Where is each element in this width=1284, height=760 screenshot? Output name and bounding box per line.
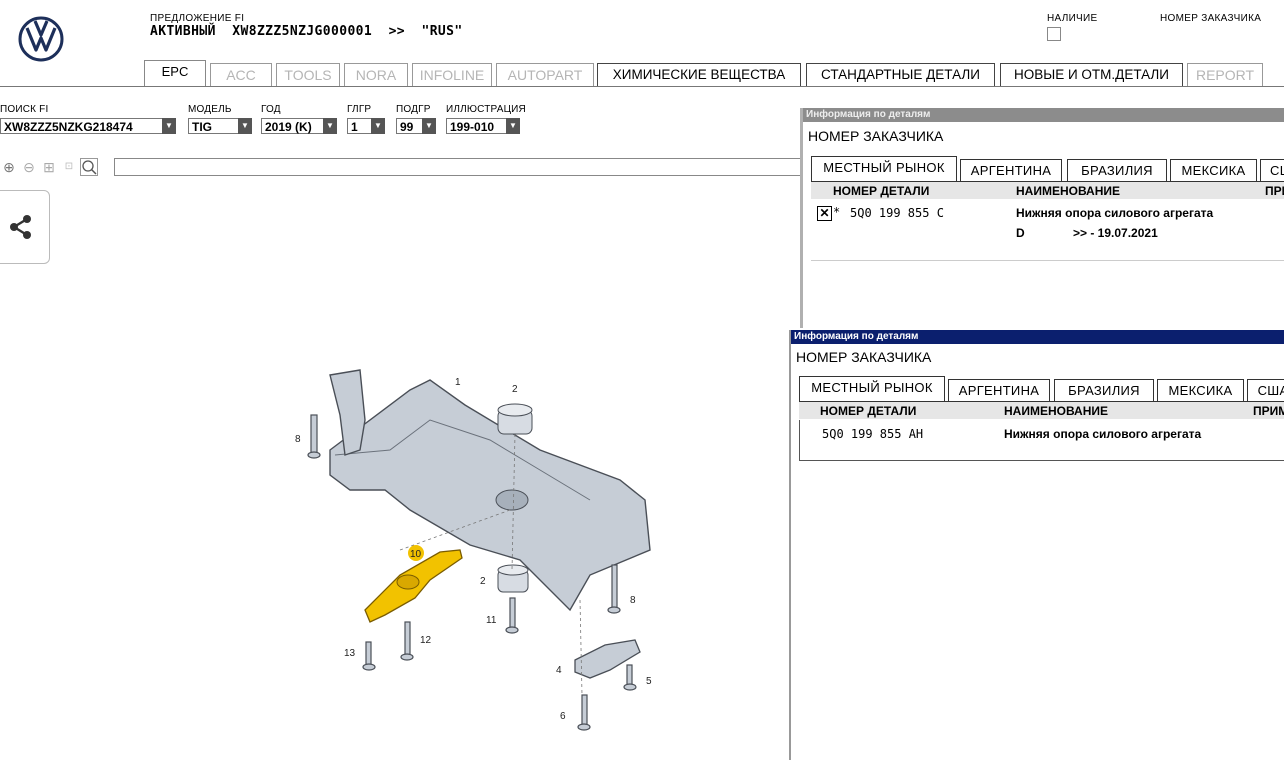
sub-group-label: ПОДГР bbox=[396, 104, 431, 115]
magnifier-icon[interactable] bbox=[80, 158, 98, 176]
part-info-panel-1: Информация по деталям НОМЕР ЗАКАЗЧИКА МЕ… bbox=[800, 108, 1284, 328]
model-select[interactable]: TIG ▼ bbox=[188, 118, 252, 134]
subframe bbox=[329, 379, 651, 612]
panel-1-tab-brazil[interactable]: БРАЗИЛИЯ bbox=[1067, 159, 1167, 182]
search-label: ПОИСК FI bbox=[0, 104, 49, 115]
panel-1-detail-date: >> - 19.07.2021 bbox=[1073, 226, 1158, 240]
search-value: XW8ZZZ5NZKG218474 bbox=[4, 120, 133, 134]
tab-chemicals[interactable]: ХИМИЧЕСКИЕ ВЕЩЕСТВА bbox=[597, 63, 801, 86]
tab-epc[interactable]: EPC bbox=[144, 60, 206, 87]
callout-6: 6 bbox=[560, 711, 566, 722]
callout-13: 13 bbox=[344, 648, 356, 659]
panel-2-part-number[interactable]: 5Q0 199 855 AH bbox=[822, 427, 923, 441]
bushing-top bbox=[497, 403, 533, 435]
callout-4: 4 bbox=[556, 665, 562, 676]
tab-nora[interactable]: NORA bbox=[344, 63, 408, 86]
customer-number-label: НОМЕР ЗАКАЗЧИКА bbox=[1160, 13, 1262, 24]
panel-2-tab-brazil[interactable]: БРАЗИЛИЯ bbox=[1054, 379, 1154, 402]
callout-12: 12 bbox=[420, 635, 432, 646]
panel-1-detail-code: D bbox=[1016, 226, 1025, 240]
sub-group-select[interactable]: 99 ▼ bbox=[396, 118, 436, 134]
chevron-down-icon[interactable]: ▼ bbox=[371, 118, 385, 134]
main-group-select[interactable]: 1 ▼ bbox=[347, 118, 385, 134]
panel-2-col-name: НАИМЕНОВАНИЕ bbox=[1004, 404, 1108, 418]
share-icon bbox=[10, 215, 31, 239]
panel-1-col-part-number: НОМЕР ДЕТАЛИ bbox=[833, 184, 930, 198]
tab-divider bbox=[0, 86, 1284, 87]
panel-2-col-note: ПРИМ bbox=[1253, 404, 1284, 418]
main-group-label: ГЛГР bbox=[347, 104, 372, 115]
tab-acc[interactable]: ACC bbox=[210, 63, 272, 86]
illustration-select[interactable]: 199-010 ▼ bbox=[446, 118, 520, 134]
callout-2b: 2 bbox=[480, 576, 486, 587]
tab-tools[interactable]: TOOLS bbox=[276, 63, 340, 86]
callout-1: 1 bbox=[455, 377, 461, 388]
panel-2-part-name: Нижняя опора силового агрегата bbox=[1004, 427, 1202, 441]
panel-1-part-number[interactable]: 5Q0 199 855 C bbox=[850, 206, 944, 220]
panel-1-part-name: Нижняя опора силового агрегата bbox=[1016, 206, 1214, 220]
chevron-down-icon[interactable]: ▼ bbox=[422, 118, 436, 134]
active-vin-line: АКТИВНЫЙ XW8ZZZ5NZJG000001 >> "RUS" bbox=[150, 24, 463, 39]
vw-logo bbox=[18, 16, 64, 62]
offer-label: ПРЕДЛОЖЕНИЕ FI bbox=[150, 13, 245, 24]
part-info-panel-2: Информация по деталям НОМЕР ЗАКАЗЧИКА МЕ… bbox=[789, 330, 1284, 760]
panel-1-tab-local-market[interactable]: МЕСТНЫЙ РЫНОК bbox=[811, 156, 957, 182]
panel-2-col-part-number: НОМЕР ДЕТАЛИ bbox=[820, 404, 917, 418]
tab-autopart[interactable]: AUTOPART bbox=[496, 63, 594, 86]
tab-new-old-parts[interactable]: НОВЫЕ И ОТМ.ДЕТАЛИ bbox=[1000, 63, 1183, 86]
panel-1-col-note: ПРИ bbox=[1265, 184, 1284, 198]
panel-1-tab-mexico[interactable]: МЕКСИКА bbox=[1170, 159, 1257, 182]
illustration-value: 199-010 bbox=[450, 120, 495, 134]
callout-8: 8 bbox=[295, 434, 301, 445]
model-value: TIG bbox=[192, 120, 212, 134]
bushing-bottom bbox=[497, 564, 529, 593]
illustration-label: ИЛЛЮСТРАЦИЯ bbox=[446, 104, 526, 115]
tab-infoline[interactable]: INFOLINE bbox=[412, 63, 492, 86]
panel-1-tab-usa[interactable]: СШ bbox=[1260, 159, 1284, 182]
parts-diagram: 1 2 8 10 2 11 12 13 8 4 5 6 bbox=[295, 369, 652, 731]
callout-11: 11 bbox=[486, 615, 497, 626]
chevron-down-icon[interactable]: ▼ bbox=[162, 118, 176, 134]
main-group-value: 1 bbox=[351, 120, 358, 134]
availability-label: НАЛИЧИЕ bbox=[1047, 13, 1098, 24]
year-label: ГОД bbox=[261, 104, 281, 115]
tab-report[interactable]: REPORT bbox=[1187, 63, 1263, 86]
panel-1-tab-argentina[interactable]: АРГЕНТИНА bbox=[960, 159, 1062, 182]
panel-1-title: Информация по деталям bbox=[803, 108, 1284, 122]
callout-5: 5 bbox=[646, 676, 652, 687]
bracket bbox=[329, 369, 366, 456]
chevron-down-icon[interactable]: ▼ bbox=[238, 118, 252, 134]
model-label: МОДЕЛЬ bbox=[188, 104, 232, 115]
panel-1-row-checkbox[interactable]: ✕ bbox=[817, 206, 832, 221]
zoom-in-icon[interactable]: ⊕ bbox=[0, 158, 18, 176]
zoom-fit-icon[interactable]: ⊞ bbox=[40, 158, 58, 176]
share-button[interactable] bbox=[0, 190, 50, 264]
zoom-full-icon[interactable]: ⊡ bbox=[60, 158, 78, 176]
tab-standard-parts[interactable]: СТАНДАРТНЫЕ ДЕТАЛИ bbox=[806, 63, 995, 86]
callout-2: 2 bbox=[512, 384, 518, 395]
year-value: 2019 (K) bbox=[265, 120, 312, 134]
panel-2-tab-argentina[interactable]: АРГЕНТИНА bbox=[948, 379, 1050, 402]
availability-checkbox[interactable] bbox=[1047, 27, 1061, 41]
chevron-down-icon[interactable]: ▼ bbox=[506, 118, 520, 134]
panel-1-row-flag: * bbox=[833, 205, 841, 219]
panel-2-tab-usa[interactable]: США bbox=[1247, 379, 1284, 402]
callout-8b: 8 bbox=[630, 595, 636, 606]
sub-group-value: 99 bbox=[400, 120, 414, 134]
panel-2-title: Информация по деталям bbox=[791, 330, 1284, 344]
search-select[interactable]: XW8ZZZ5NZKG218474 ▼ bbox=[0, 118, 176, 134]
year-select[interactable]: 2019 (K) ▼ bbox=[261, 118, 337, 134]
panel-2-customer-number: НОМЕР ЗАКАЗЧИКА bbox=[796, 349, 932, 365]
zoom-out-icon[interactable]: ⊖ bbox=[20, 158, 38, 176]
panel-1-col-name: НАИМЕНОВАНИЕ bbox=[1016, 184, 1120, 198]
chevron-down-icon[interactable]: ▼ bbox=[323, 118, 337, 134]
panel-1-customer-number: НОМЕР ЗАКАЗЧИКА bbox=[808, 128, 944, 144]
panel-2-tab-local-market[interactable]: МЕСТНЫЙ РЫНОК bbox=[799, 376, 945, 402]
zoom-bar[interactable] bbox=[114, 158, 814, 176]
callout-10: 10 bbox=[410, 549, 422, 560]
panel-2-tab-mexico[interactable]: МЕКСИКА bbox=[1157, 379, 1244, 402]
